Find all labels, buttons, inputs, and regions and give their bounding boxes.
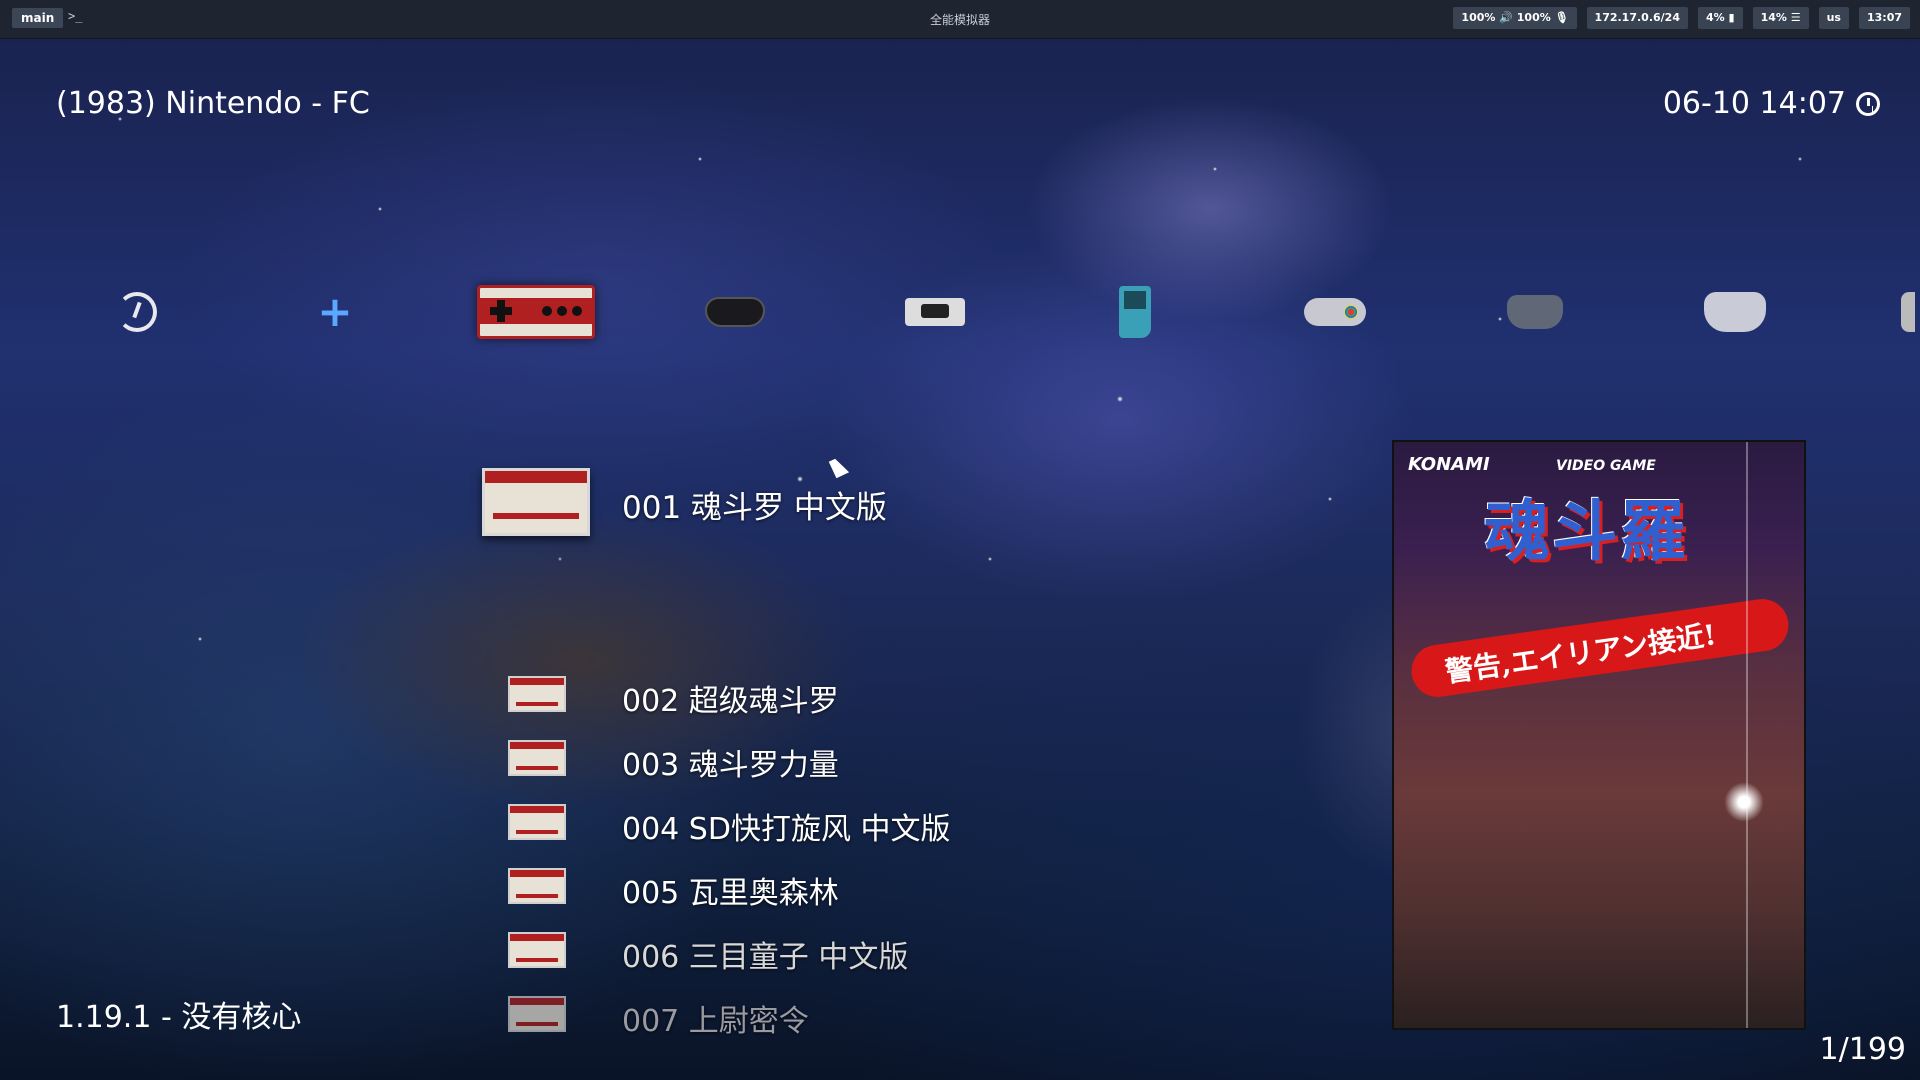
version-label: 1.19.1 - 没有核心: [56, 1000, 302, 1035]
game-thumbnail: [508, 804, 566, 840]
boxart-tag: VIDEO GAME: [1556, 458, 1656, 474]
tab-nintendo-fc[interactable]: [476, 282, 596, 342]
clock-icon: [1856, 91, 1880, 116]
game-thumbnail: [508, 676, 566, 712]
gameboy-icon: [1119, 286, 1151, 338]
game-boxart: KONAMI VIDEO GAME 魂斗羅 警告,エイリアン接近!: [1392, 440, 1806, 1030]
disk-status[interactable]: 4% ▮: [1698, 7, 1743, 29]
gamepad-icon: [705, 297, 765, 327]
item-counter: 1/199: [1819, 1032, 1906, 1067]
snes-pad-icon: [1304, 298, 1366, 326]
ps-pad-icon: [1704, 292, 1766, 332]
tab-next-partial[interactable]: [1896, 282, 1920, 342]
list-item[interactable]: 006 三目童子 中文版: [622, 932, 908, 976]
boxart-light-beam: [1746, 442, 1748, 1028]
keyboard-layout[interactable]: us: [1818, 7, 1849, 29]
tab-history[interactable]: [102, 282, 172, 342]
tab-playstation[interactable]: [1700, 282, 1770, 342]
boxart-flare: [1724, 782, 1764, 822]
status-area: 100% 🔊 100% 🎙 172.17.0.6/24 4% ▮ 14% ☰ u…: [1453, 7, 1910, 29]
cpu-status[interactable]: 14% ☰: [1752, 7, 1809, 29]
boxart-publisher: KONAMI: [1408, 454, 1490, 475]
list-item[interactable]: 005 瓦里奥森林: [622, 868, 839, 912]
game-thumbnail: [508, 868, 566, 904]
list-item[interactable]: 003 魂斗罗力量: [622, 740, 839, 784]
tab-snes[interactable]: [1300, 282, 1370, 342]
n64-pad-icon: [1507, 295, 1563, 329]
history-icon: [117, 292, 157, 332]
tab-gameboy-color[interactable]: [1100, 282, 1170, 342]
console-icon: [905, 298, 965, 326]
system-top-bar: main >_ 全能模拟器 100% 🔊 100% 🎙 172.17.0.6/2…: [0, 0, 1920, 39]
tab-add[interactable]: +: [300, 282, 370, 342]
tab-console[interactable]: [900, 282, 970, 342]
plus-icon: +: [317, 287, 353, 336]
controller-icon: [1901, 292, 1915, 332]
datetime-text: 06-10 14:07: [1662, 86, 1846, 121]
list-item[interactable]: 007 上尉密令: [622, 996, 809, 1040]
datetime-display: 06-10 14:07: [1663, 86, 1880, 121]
boxart-logo: 魂斗羅: [1484, 492, 1688, 570]
list-item-selected[interactable]: 001 魂斗罗 中文版: [622, 482, 887, 527]
volume-status[interactable]: 100% 🔊 100% 🎙: [1453, 7, 1577, 29]
network-status[interactable]: 172.17.0.6/24: [1586, 7, 1688, 29]
game-thumbnail: [508, 996, 566, 1032]
selected-game-thumbnail: [482, 468, 590, 536]
list-item[interactable]: 002 超级魂斗罗: [622, 676, 839, 720]
system-clock[interactable]: 13:07: [1858, 7, 1910, 29]
system-title: (1983) Nintendo - FC: [56, 86, 370, 121]
famicom-icon: [477, 285, 595, 339]
list-item[interactable]: 004 SD快打旋风 中文版: [622, 804, 950, 848]
game-thumbnail: [508, 932, 566, 968]
game-thumbnail: [508, 740, 566, 776]
tab-sega-genesis[interactable]: [700, 282, 770, 342]
tab-n64[interactable]: [1500, 282, 1570, 342]
